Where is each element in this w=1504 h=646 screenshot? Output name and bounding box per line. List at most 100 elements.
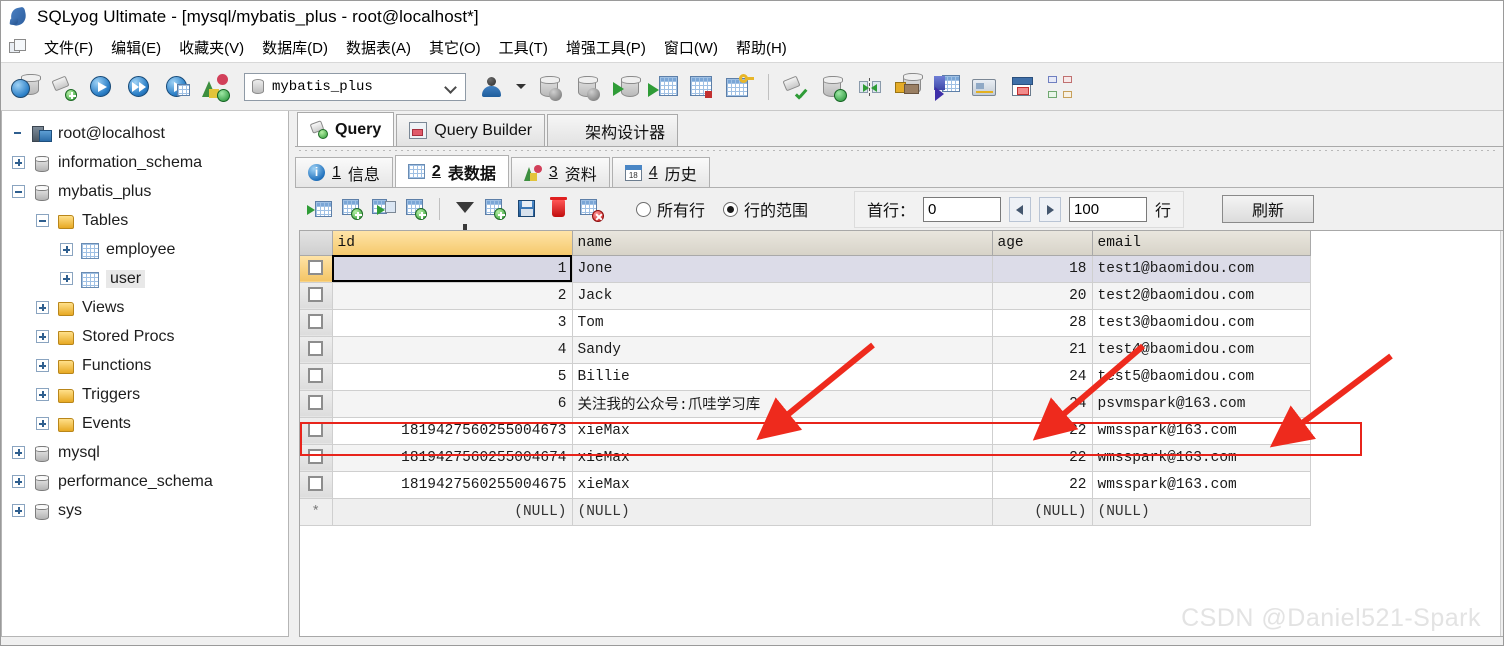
tab-schema-designer[interactable]: 架构设计器 [547, 114, 679, 146]
cell-id[interactable]: 2 [332, 282, 573, 310]
cell-email[interactable]: test1@baomidou.com [1092, 255, 1311, 283]
refresh-button[interactable]: 刷新 [1222, 195, 1315, 223]
tab-table-data[interactable]: 2 表数据 [394, 155, 509, 187]
cell-email[interactable]: test2@baomidou.com [1092, 282, 1311, 310]
table-diagnostics-icon[interactable] [1005, 70, 1039, 104]
tab-info[interactable]: i 1 信息 [295, 157, 393, 187]
row-selector[interactable] [300, 282, 333, 310]
tree-node-functions[interactable]: Functions [12, 351, 288, 380]
cell-age[interactable]: 18 [992, 255, 1093, 283]
radio-row-range[interactable]: 行的范围 [723, 197, 808, 221]
restore-backup-icon[interactable] [608, 70, 642, 104]
user-manager-dropdown-icon[interactable] [512, 70, 528, 104]
expand-icon[interactable] [36, 359, 49, 372]
tree-node-root[interactable]: root@localhost [12, 119, 288, 148]
row-checkbox-icon[interactable] [308, 260, 324, 276]
collapse-icon[interactable] [36, 214, 49, 227]
grid-header-age[interactable]: age [992, 231, 1093, 256]
tab-query[interactable]: Query [297, 112, 395, 146]
cell-name[interactable]: Billie [572, 363, 993, 391]
cell-age[interactable]: 22 [992, 471, 1093, 499]
menu-item-database[interactable]: 数据库(D) [253, 35, 337, 60]
new-row-marker[interactable]: * [300, 498, 333, 526]
cell-email[interactable]: psvmspark@163.com [1092, 390, 1311, 418]
connection-manager-icon[interactable] [8, 70, 42, 104]
tree-node-stored-procs[interactable]: Stored Procs [12, 322, 288, 351]
migration-icon[interactable] [929, 70, 963, 104]
cell-email[interactable]: wmsspark@163.com [1092, 471, 1311, 499]
collapse-icon[interactable] [12, 185, 25, 198]
tree-node-mysql[interactable]: mysql [12, 438, 288, 467]
import-table-icon[interactable] [646, 70, 680, 104]
cell-name[interactable]: Jack [572, 282, 993, 310]
user-manager-icon[interactable] [474, 70, 508, 104]
cell-id[interactable]: 1819427560255004675 [332, 471, 573, 499]
expand-icon[interactable] [36, 388, 49, 401]
table-row[interactable]: 3 Tom 28 test3@baomidou.com [300, 309, 1311, 337]
expand-icon[interactable] [36, 330, 49, 343]
copy-row-icon[interactable] [480, 194, 510, 224]
radio-all-rows[interactable]: 所有行 [636, 197, 705, 221]
menu-item-file[interactable]: 文件(F) [35, 35, 102, 60]
cell-email[interactable]: (NULL) [1092, 498, 1311, 526]
refresh-object-browser-icon[interactable] [198, 70, 232, 104]
tree-node-triggers[interactable]: Triggers [12, 380, 288, 409]
cell-name[interactable]: Sandy [572, 336, 993, 364]
expand-icon[interactable] [12, 475, 25, 488]
row-selector[interactable] [300, 363, 333, 391]
cell-name[interactable]: Jone [572, 255, 993, 283]
table-row[interactable]: 5 Billie 24 test5@baomidou.com [300, 363, 1311, 391]
row-checkbox-icon[interactable] [308, 287, 324, 303]
delete-row-icon[interactable] [544, 194, 574, 224]
menu-item-tools[interactable]: 工具(T) [490, 35, 557, 60]
import-database-icon[interactable] [532, 70, 566, 104]
menu-item-powertools[interactable]: 增强工具(P) [557, 35, 655, 60]
menu-item-help[interactable]: 帮助(H) [727, 35, 796, 60]
row-limit-input[interactable] [1069, 196, 1148, 222]
cell-email[interactable]: test5@baomidou.com [1092, 363, 1311, 391]
first-row-input[interactable] [923, 196, 1002, 222]
duplicate-row-icon[interactable] [337, 194, 367, 224]
table-row[interactable]: 1 Jone 18 test1@baomidou.com [300, 255, 1311, 283]
table-row[interactable]: 1819427560255004675 xieMax 22 wmsspark@1… [300, 471, 1311, 499]
radio-icon[interactable] [636, 201, 651, 217]
cell-name[interactable]: (NULL) [572, 498, 993, 526]
expand-icon[interactable] [36, 301, 49, 314]
cell-age[interactable]: 21 [992, 336, 1093, 364]
menu-item-favorites[interactable]: 收藏夹(V) [170, 35, 253, 60]
tree-node-information-schema[interactable]: information_schema [12, 148, 288, 177]
database-selector[interactable]: mybatis_plus [244, 72, 466, 101]
execute-query-icon[interactable] [84, 70, 118, 104]
table-row[interactable]: 2 Jack 20 test2@baomidou.com [300, 282, 1311, 310]
expand-icon[interactable] [60, 243, 73, 256]
data-grid[interactable]: id name age email 1 Jone 18 test1@baomid… [300, 231, 1311, 526]
splitter-handle[interactable] [295, 147, 1503, 154]
row-selector[interactable] [300, 471, 333, 499]
expand-icon[interactable] [12, 156, 25, 169]
cell-age[interactable]: (NULL) [992, 498, 1093, 526]
cell-id[interactable]: (NULL) [332, 498, 573, 526]
insert-row-icon[interactable] [305, 194, 335, 224]
manage-indexes-icon[interactable] [722, 70, 756, 104]
tree-node-views[interactable]: Views [12, 293, 288, 322]
row-checkbox-icon[interactable] [308, 476, 324, 492]
tab-history[interactable]: 18 4 历史 [611, 157, 710, 187]
row-checkbox-icon[interactable] [308, 341, 324, 357]
row-selector[interactable] [300, 309, 333, 337]
row-selector[interactable] [300, 390, 333, 418]
expand-icon[interactable] [12, 446, 25, 459]
radio-icon-selected[interactable] [723, 201, 739, 217]
cell-email[interactable]: test4@baomidou.com [1092, 336, 1311, 364]
row-checkbox-icon[interactable] [308, 395, 324, 411]
table-row-highlighted[interactable]: 6 关注我的公众号:爪哇学习库 24 psvmspark@163.com [300, 390, 1311, 418]
new-connection-icon[interactable] [46, 70, 80, 104]
notification-services-icon[interactable] [967, 70, 1001, 104]
tree-node-tables[interactable]: Tables [12, 206, 288, 235]
cell-name[interactable]: 关注我的公众号:爪哇学习库 [572, 390, 993, 418]
window-restore-icon[interactable] [9, 38, 29, 57]
cell-id[interactable]: 4 [332, 336, 573, 364]
export-table-csv-icon[interactable] [684, 70, 718, 104]
cell-name[interactable]: Tom [572, 309, 993, 337]
row-checkbox-icon[interactable] [308, 368, 324, 384]
expand-icon[interactable] [12, 504, 25, 517]
